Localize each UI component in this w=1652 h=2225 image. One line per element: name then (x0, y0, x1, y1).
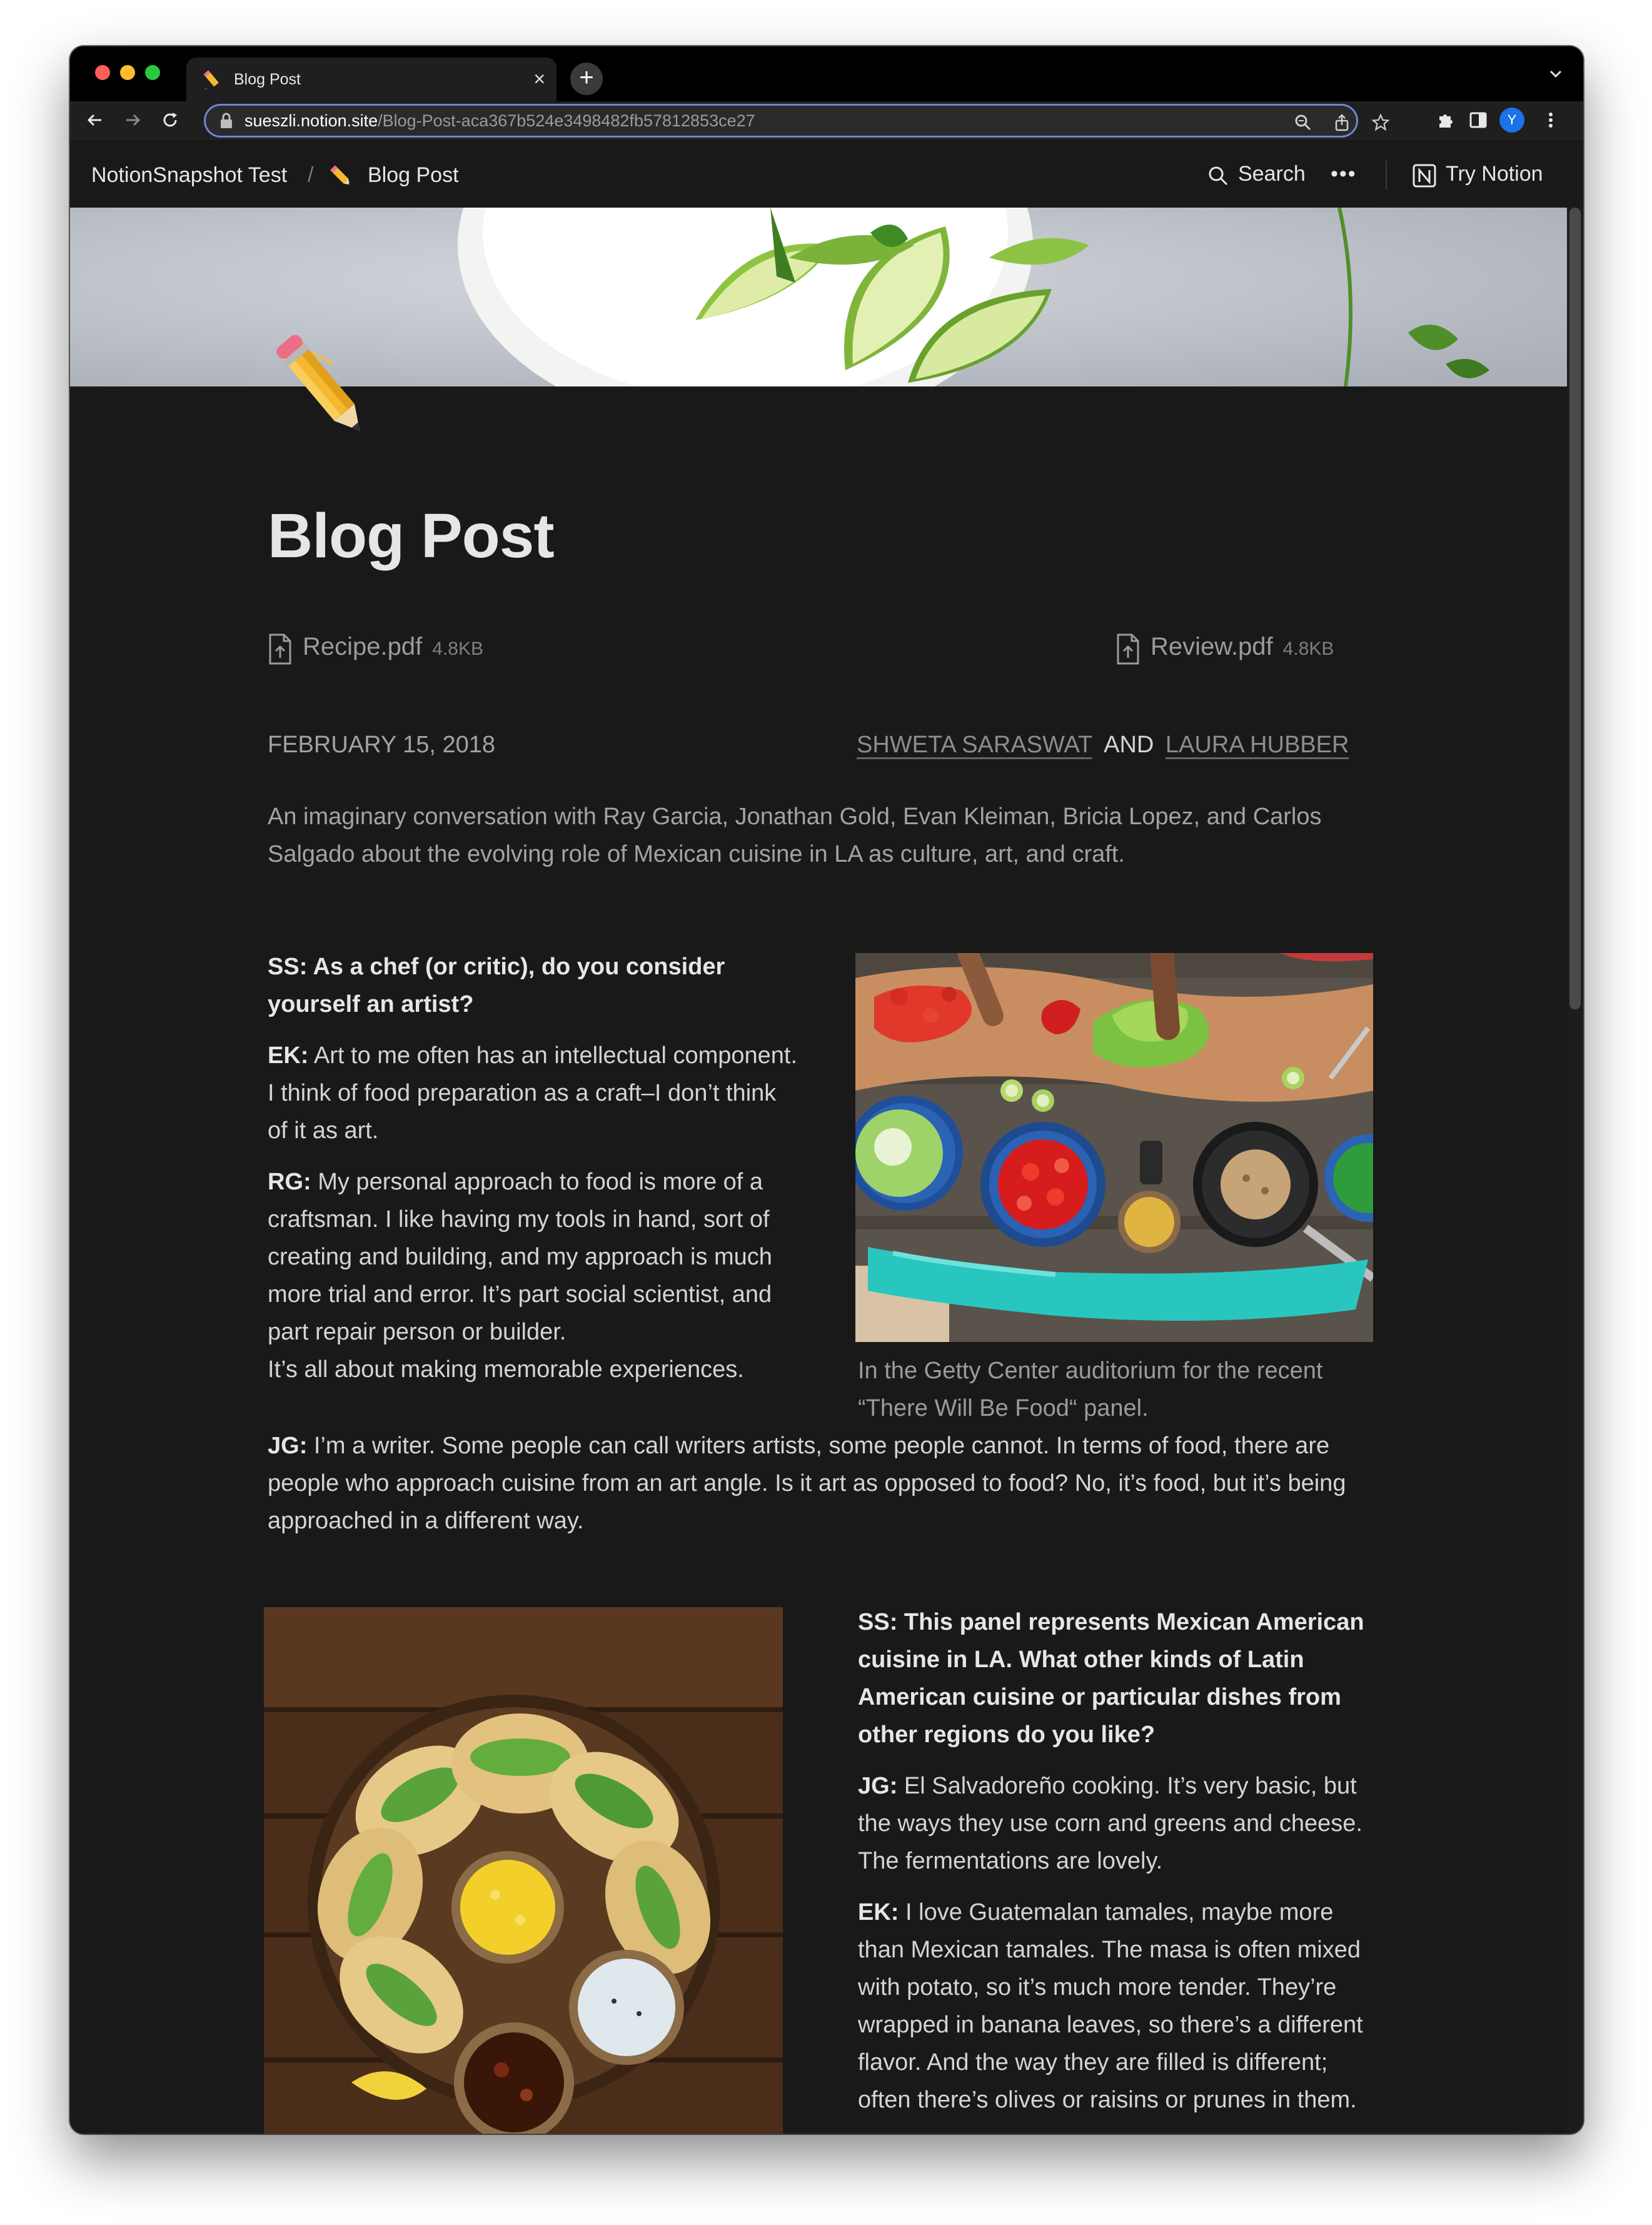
question-heading: SS: As a chef (or critic), do you consid… (268, 954, 725, 1017)
answer-paragraph: EK: Art to me often has an intellectual … (268, 1037, 799, 1149)
answer-text: I’m a writer. Some people can call write… (268, 1433, 1346, 1534)
qa-column-right: SS: This panel represents Mexican Americ… (858, 1603, 1384, 2132)
tab-strip: Blog Post × + (70, 46, 1583, 101)
file-name: Recipe.pdf (303, 633, 423, 660)
speaker-label: JG: (858, 1773, 898, 1799)
back-arrow-icon[interactable] (84, 109, 106, 131)
file-name: Review.pdf (1151, 633, 1273, 660)
answer-paragraph: RG: My personal approach to food is more… (268, 1163, 799, 1351)
file-size: 4.8KB (1282, 638, 1334, 659)
question-heading: SS: This panel represents Mexican Americ… (858, 1609, 1364, 1748)
zoom-icon[interactable] (1294, 113, 1312, 132)
url-host: sueszli.notion.site (244, 111, 378, 130)
author-link[interactable]: LAURA HUBBER (1166, 732, 1349, 758)
bookmark-star-icon[interactable] (1371, 113, 1390, 132)
file-upload-icon (1117, 633, 1139, 665)
close-window-button[interactable] (95, 65, 110, 80)
image-caption: In the Getty Center auditorium for the r… (858, 1358, 1323, 1421)
page-title: Blog Post (268, 501, 555, 571)
speaker-label: EK: (858, 1899, 899, 1925)
speaker-label: EK: (268, 1042, 309, 1069)
pencil-icon (330, 165, 350, 185)
scrollbar-track[interactable] (1567, 208, 1583, 2134)
page-content: Blog Post Recipe.pdf 4.8KB Review.pdf 4.… (70, 208, 1583, 2134)
file-attachment-recipe[interactable]: Recipe.pdf 4.8KB (268, 633, 483, 665)
answer-text: My personal approach to food is more of … (268, 1169, 772, 1345)
kebab-menu-icon[interactable] (1541, 110, 1561, 130)
post-date: FEBRUARY 15, 2018 (268, 732, 496, 758)
speaker-label: JG: (268, 1433, 308, 1459)
pencil-icon (203, 70, 219, 89)
answer-paragraph: EK: I love Guatemalan tamales, maybe mor… (858, 1894, 1384, 2119)
chevron-down-icon[interactable] (1547, 65, 1564, 83)
side-panel-icon[interactable] (1468, 110, 1488, 130)
breadcrumb-page[interactable]: Blog Post (368, 163, 459, 188)
answer-paragraph: JG: El Salvadoreño cooking. It’s very ba… (858, 1767, 1384, 1880)
search-icon[interactable] (1207, 164, 1229, 187)
breadcrumb-separator: / (308, 163, 314, 187)
browser-window: Blog Post × + sueszli.notion.site/Blog-P… (70, 46, 1583, 2134)
notion-topbar: NotionSnapshot Test / Blog Post Search •… (70, 139, 1583, 208)
browser-toolbar: sueszli.notion.site/Blog-Post-aca367b524… (70, 101, 1583, 139)
topbar-divider (1386, 161, 1387, 189)
url-path: /Blog-Post-aca367b524e3498482fb57812853c… (378, 111, 755, 130)
intro-paragraph: An imaginary conversation with Ray Garci… (268, 804, 1322, 867)
share-icon[interactable] (1332, 113, 1351, 132)
search-button[interactable]: Search (1238, 162, 1306, 186)
browser-tab[interactable]: Blog Post × (186, 58, 557, 101)
forward-arrow-icon[interactable] (121, 109, 144, 131)
answer-text: I love Guatemalan tamales, maybe more th… (858, 1899, 1363, 2113)
tab-title: Blog Post (234, 70, 301, 88)
more-options-button[interactable]: ••• (1331, 162, 1357, 186)
answer-text: It’s all about making memorable experien… (268, 1356, 744, 1383)
file-attachment-review[interactable]: Review.pdf 4.8KB (1116, 633, 1334, 665)
author-link[interactable]: SHWETA SARASWAT (857, 732, 1092, 758)
answer-text: Art to me often has an intellectual comp… (268, 1042, 798, 1144)
post-authors: SHWETA SARASWAT AND LAURA HUBBER (857, 732, 1349, 759)
lock-icon (221, 113, 232, 128)
tacos-platter-illustration (264, 1607, 783, 2134)
minimize-window-button[interactable] (120, 65, 135, 80)
file-size: 4.8KB (432, 638, 483, 659)
zoom-window-button[interactable] (145, 65, 160, 80)
breadcrumb-workspace[interactable]: NotionSnapshot Test (91, 163, 287, 188)
speaker-label: RG: (268, 1169, 311, 1195)
reload-icon[interactable] (159, 109, 181, 131)
new-tab-button[interactable]: + (570, 63, 603, 95)
profile-avatar[interactable]: Y (1499, 108, 1524, 133)
try-notion-button[interactable]: Try Notion (1446, 162, 1543, 186)
author-join: AND (1104, 732, 1154, 758)
file-upload-icon (269, 633, 291, 665)
scrollbar-thumb[interactable] (1569, 208, 1581, 1009)
cooking-table-illustration (855, 953, 1373, 1342)
tacos-photo (264, 1607, 783, 2134)
answer-paragraph: JG: I’m a writer. Some people can call w… (268, 1427, 1381, 1540)
pencil-icon[interactable] (261, 326, 386, 452)
extensions-puzzle-icon[interactable] (1436, 110, 1456, 130)
answer-text: El Salvadoreño cooking. It’s very basic,… (858, 1773, 1362, 1874)
qa-column-left: SS: As a chef (or critic), do you consid… (268, 948, 799, 1388)
cooking-photo (855, 953, 1373, 1342)
notion-logo-icon (1413, 164, 1436, 188)
address-bar[interactable]: sueszli.notion.site/Blog-Post-aca367b524… (204, 104, 1390, 138)
close-tab-icon[interactable]: × (533, 69, 545, 89)
